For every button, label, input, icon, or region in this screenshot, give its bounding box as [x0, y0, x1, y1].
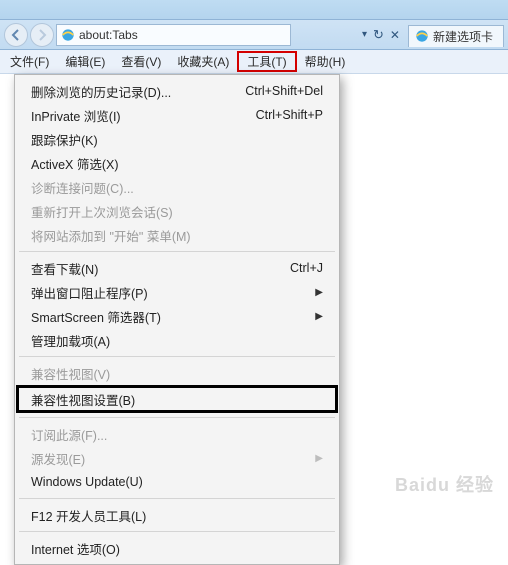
submenu-arrow-icon: ▶ [315, 311, 323, 322]
tab-strip: 新建选项卡 [408, 23, 504, 47]
mi-activex[interactable]: ActiveX 筛选(X) [17, 151, 337, 175]
menu-separator [19, 498, 335, 499]
mi-label: 将网站添加到 "开始" 菜单(M) [31, 226, 191, 245]
arrow-right-icon [36, 29, 48, 41]
mi-label: 订阅此源(F)... [31, 425, 107, 444]
back-button[interactable] [4, 23, 28, 47]
tools-dropdown: 删除浏览的历史记录(D)... Ctrl+Shift+Del InPrivate… [14, 74, 340, 565]
forward-button[interactable] [30, 23, 54, 47]
url-field[interactable]: about:Tabs [56, 24, 291, 46]
menu-separator [19, 356, 335, 357]
mi-add-start[interactable]: 将网站添加到 "开始" 菜单(M) [17, 223, 337, 247]
menu-separator [19, 531, 335, 532]
mi-shortcut: Ctrl+Shift+Del [245, 84, 323, 98]
mi-label: ActiveX 筛选(X) [31, 154, 119, 173]
arrow-left-icon [10, 29, 22, 41]
mi-windows-update[interactable]: Windows Update(U) [17, 470, 337, 494]
menu-separator [19, 417, 335, 418]
mi-smartscreen[interactable]: SmartScreen 筛选器(T) ▶ [17, 304, 337, 328]
tab-label: 新建选项卡 [433, 28, 493, 45]
mi-shortcut: Ctrl+J [290, 261, 323, 275]
ie-icon [61, 28, 75, 42]
mi-label: 重新打开上次浏览会话(S) [31, 202, 173, 221]
mi-f12[interactable]: F12 开发人员工具(L) [17, 503, 337, 527]
mi-diagnose[interactable]: 诊断连接问题(C)... [17, 175, 337, 199]
mi-reopen[interactable]: 重新打开上次浏览会话(S) [17, 199, 337, 223]
refresh-icon[interactable]: ↻ [373, 27, 384, 43]
mi-label: 查看下载(N) [31, 259, 98, 278]
mi-label: 管理加载项(A) [31, 331, 110, 350]
ie-icon [415, 29, 429, 43]
mi-label: SmartScreen 筛选器(T) [31, 307, 161, 326]
address-bar: about:Tabs ▾ ↻ ✕ 新建选项卡 [0, 20, 508, 50]
url-text: about:Tabs [79, 28, 138, 42]
mi-label: 跟踪保护(K) [31, 130, 98, 149]
addr-controls: ▾ ↻ ✕ [362, 27, 400, 43]
stop-icon[interactable]: ✕ [390, 28, 400, 42]
mi-subscribe[interactable]: 订阅此源(F)... [17, 422, 337, 446]
mi-compat-view[interactable]: 兼容性视图(V) [17, 361, 337, 385]
tab-new[interactable]: 新建选项卡 [408, 25, 504, 47]
mi-label: 兼容性视图设置(B) [31, 390, 135, 409]
submenu-arrow-icon: ▶ [315, 287, 323, 298]
menu-file[interactable]: 文件(F) [2, 50, 57, 73]
mi-label: Windows Update(U) [31, 475, 143, 489]
mi-label: 删除浏览的历史记录(D)... [31, 82, 171, 101]
mi-label: F12 开发人员工具(L) [31, 506, 146, 525]
mi-label: InPrivate 浏览(I) [31, 106, 121, 125]
menu-view[interactable]: 查看(V) [113, 50, 169, 73]
mi-label: 源发现(E) [31, 449, 85, 468]
mi-downloads[interactable]: 查看下载(N) Ctrl+J [17, 256, 337, 280]
mi-compat-settings[interactable]: 兼容性视图设置(B) [16, 385, 338, 413]
mi-internet-options[interactable]: Internet 选项(O) [17, 536, 337, 560]
menu-tools[interactable]: 工具(T) [237, 51, 296, 72]
mi-shortcut: Ctrl+Shift+P [256, 108, 323, 122]
mi-feed-discovery[interactable]: 源发现(E) ▶ [17, 446, 337, 470]
mi-label: Internet 选项(O) [31, 539, 120, 558]
watermark: Baidu 经验 [395, 471, 494, 497]
mi-delete-history[interactable]: 删除浏览的历史记录(D)... Ctrl+Shift+Del [17, 79, 337, 103]
menu-favorites[interactable]: 收藏夹(A) [169, 50, 237, 73]
dropdown-icon[interactable]: ▾ [362, 29, 367, 40]
mi-addons[interactable]: 管理加载项(A) [17, 328, 337, 352]
mi-inprivate[interactable]: InPrivate 浏览(I) Ctrl+Shift+P [17, 103, 337, 127]
mi-label: 弹出窗口阻止程序(P) [31, 283, 148, 302]
menu-help[interactable]: 帮助(H) [297, 50, 354, 73]
menu-bar: 文件(F) 编辑(E) 查看(V) 收藏夹(A) 工具(T) 帮助(H) [0, 50, 508, 74]
mi-label: 诊断连接问题(C)... [31, 178, 134, 197]
mi-label: 兼容性视图(V) [31, 364, 110, 383]
menu-separator [19, 251, 335, 252]
mi-popup[interactable]: 弹出窗口阻止程序(P) ▶ [17, 280, 337, 304]
window-title-bar [0, 0, 508, 20]
menu-edit[interactable]: 编辑(E) [57, 50, 113, 73]
submenu-arrow-icon: ▶ [315, 453, 323, 464]
mi-tracking[interactable]: 跟踪保护(K) [17, 127, 337, 151]
